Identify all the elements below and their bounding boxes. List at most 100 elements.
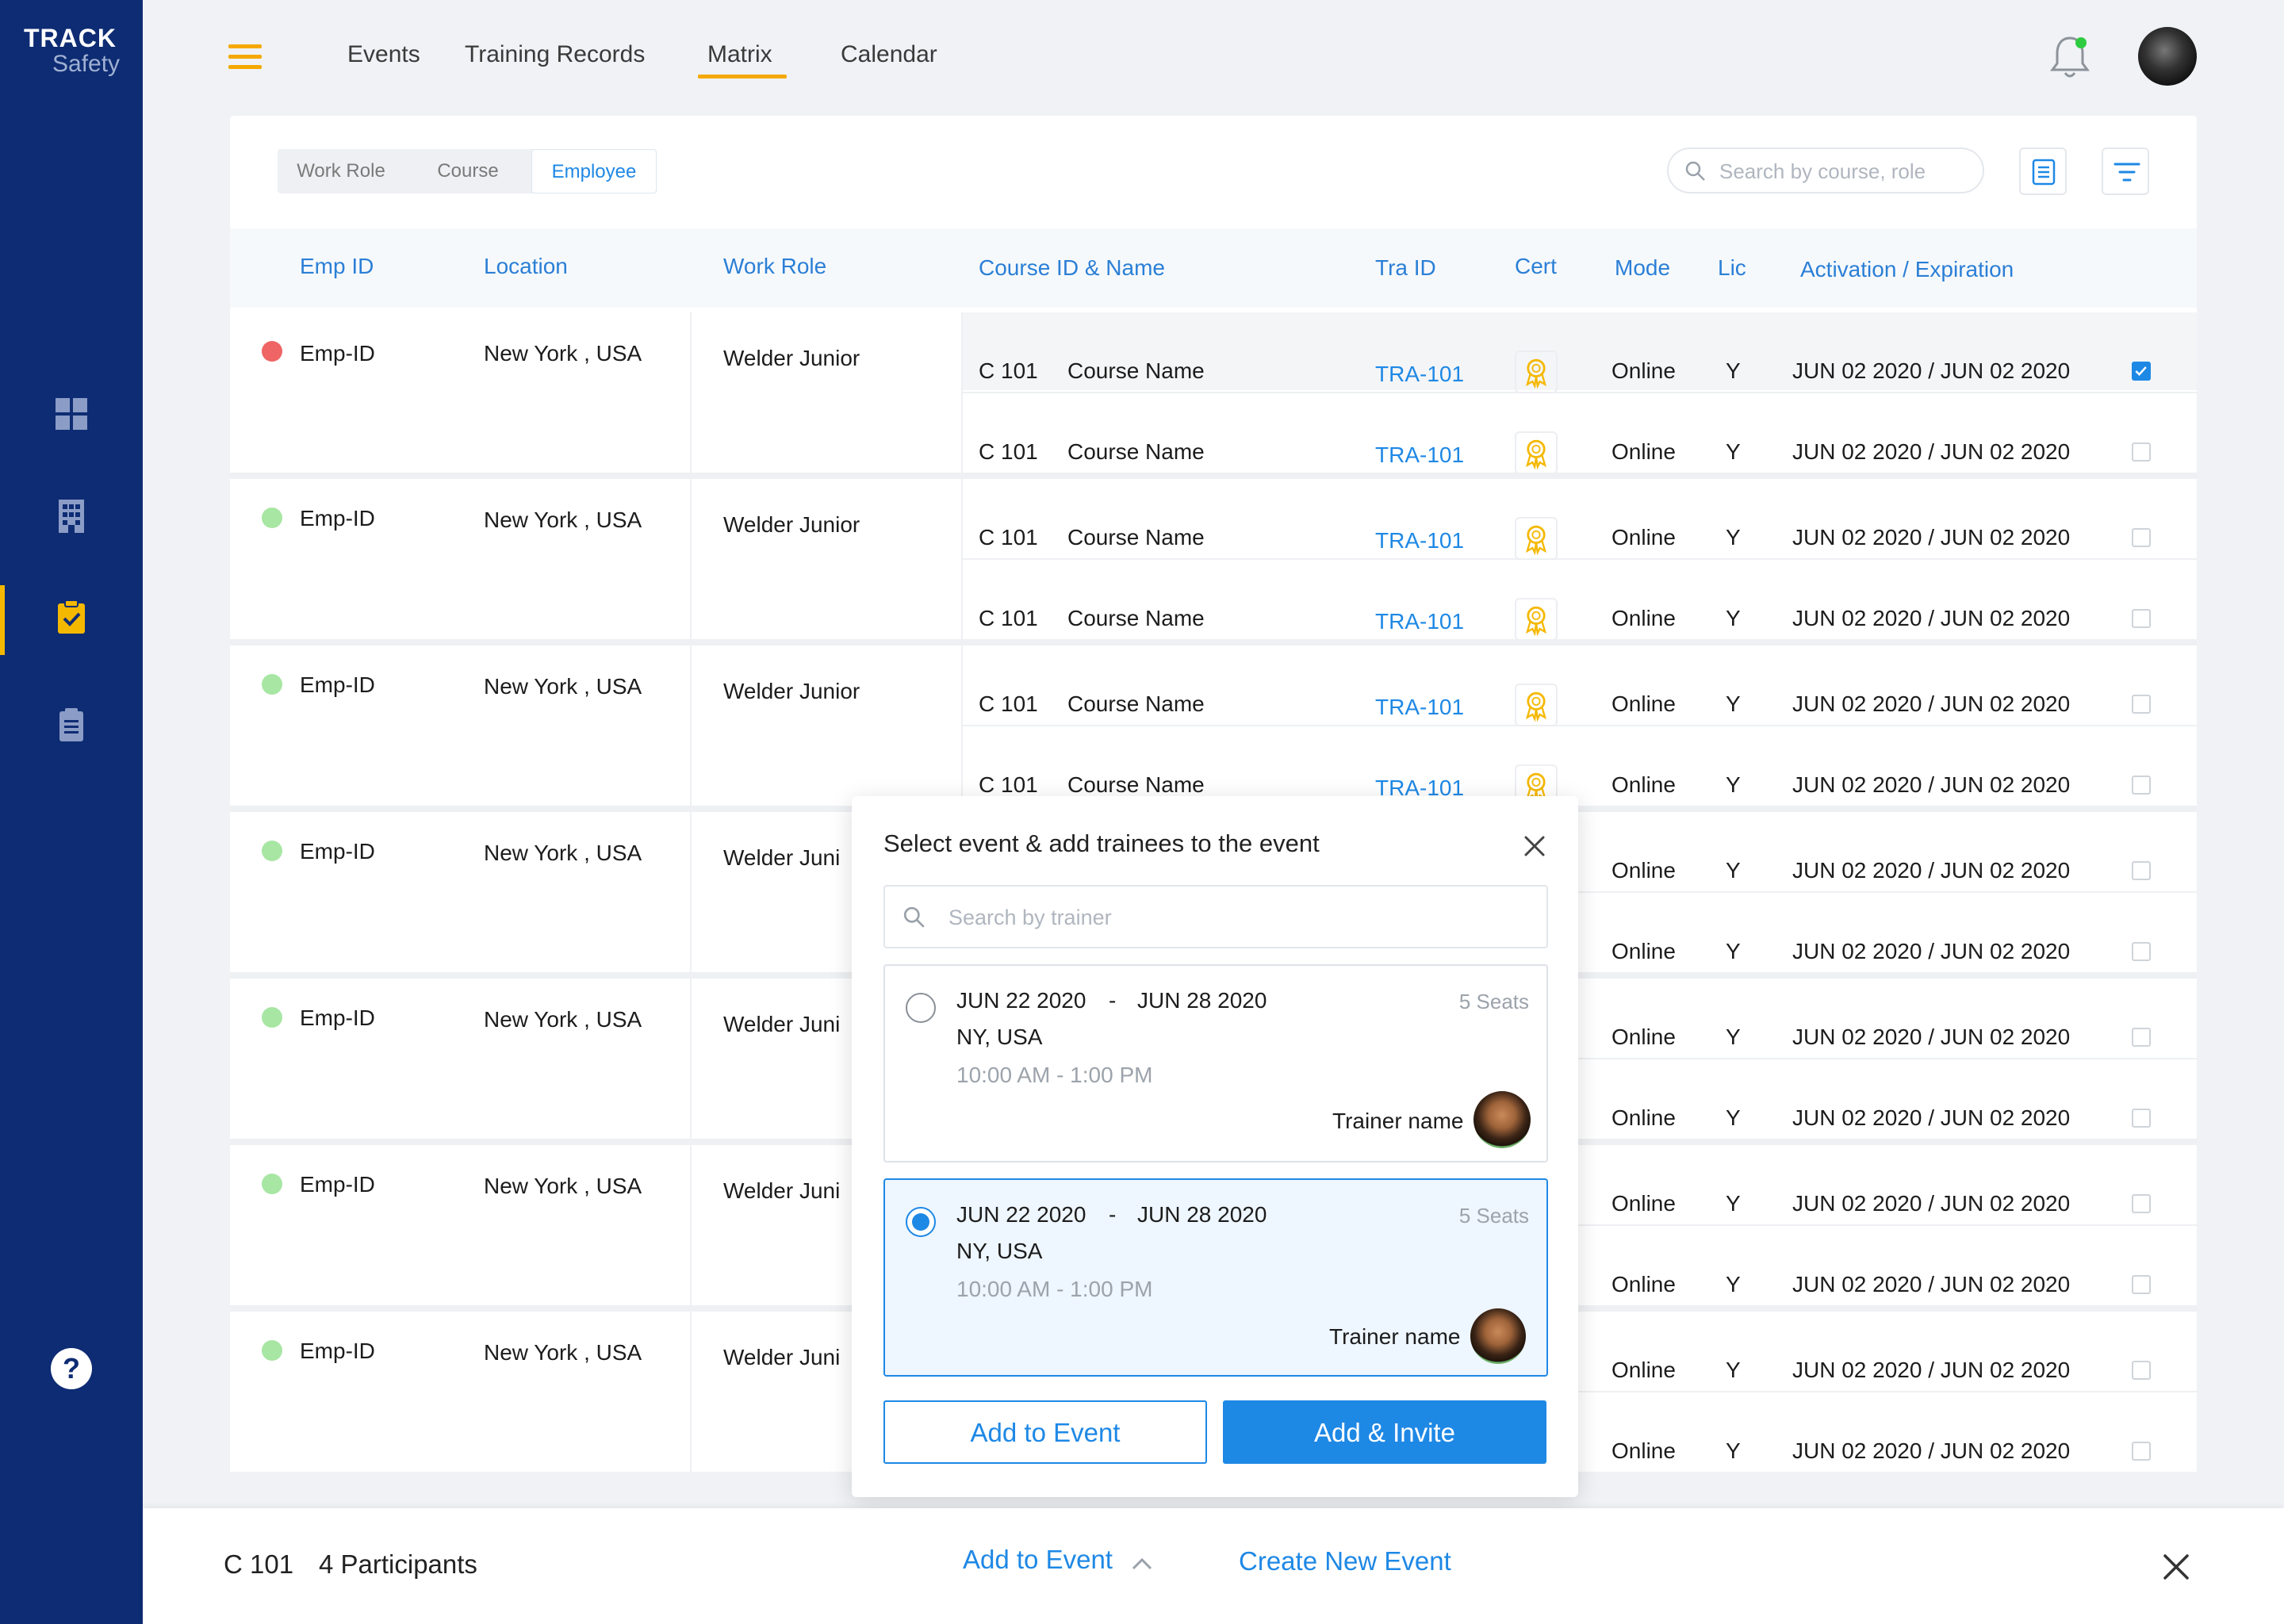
row-checkbox[interactable] bbox=[2132, 1442, 2151, 1461]
nav-active-underline bbox=[698, 75, 787, 79]
row-checkbox[interactable] bbox=[2132, 442, 2151, 462]
row-checkbox[interactable] bbox=[2132, 609, 2151, 628]
course-name-cell[interactable]: Course Name bbox=[1067, 606, 1205, 631]
header-work-role[interactable]: Work Role bbox=[723, 228, 826, 304]
row-checkbox[interactable] bbox=[2132, 528, 2151, 547]
course-id-cell: C 101 bbox=[979, 772, 1038, 797]
add-to-event-button[interactable]: Add to Event bbox=[883, 1400, 1207, 1464]
mode-cell: Online bbox=[1611, 939, 1676, 963]
certificate-badge[interactable] bbox=[1515, 517, 1558, 560]
row-checkbox[interactable] bbox=[2132, 776, 2151, 795]
event-location: NY, USA bbox=[956, 1025, 1043, 1049]
activation-cell: JUN 02 2020 / JUN 02 2020 bbox=[1792, 939, 2071, 963]
nav-matrix[interactable]: Matrix bbox=[707, 41, 772, 68]
row-checkbox[interactable] bbox=[2132, 695, 2151, 714]
event-option[interactable]: JUN 22 2020 - JUN 28 2020 5 Seats NY, US… bbox=[883, 964, 1548, 1162]
row-checkbox[interactable] bbox=[2132, 362, 2151, 381]
tra-id-link[interactable]: TRA-101 bbox=[1375, 528, 1464, 553]
create-new-event-link[interactable]: Create New Event bbox=[1239, 1546, 1451, 1576]
header-course[interactable]: Course ID & Name bbox=[979, 228, 1165, 308]
bell-icon[interactable] bbox=[2048, 32, 2092, 82]
event-date-separator: - bbox=[1109, 1202, 1117, 1227]
event-radio-selected[interactable] bbox=[906, 1207, 936, 1237]
course-name-cell[interactable]: Course Name bbox=[1067, 358, 1205, 384]
row-checkbox[interactable] bbox=[2132, 1109, 2151, 1128]
tra-id-link[interactable]: TRA-101 bbox=[1375, 442, 1464, 468]
mode-cell: Online bbox=[1611, 1191, 1676, 1216]
menu-icon[interactable] bbox=[228, 44, 262, 70]
search-input[interactable] bbox=[1718, 155, 1975, 187]
sidebar: TRACK Safety ? bbox=[0, 0, 143, 1624]
course-name-cell[interactable]: Course Name bbox=[1067, 439, 1205, 465]
avatar[interactable] bbox=[2138, 27, 2197, 86]
event-option-selected[interactable]: JUN 22 2020 - JUN 28 2020 5 Seats NY, US… bbox=[883, 1178, 1548, 1377]
course-id-cell: C 101 bbox=[979, 691, 1038, 716]
building-icon[interactable] bbox=[54, 498, 89, 533]
course-name-cell[interactable]: Course Name bbox=[1067, 525, 1205, 550]
close-icon[interactable] bbox=[1521, 833, 1548, 860]
work-role-cell: Welder Junior bbox=[723, 512, 860, 537]
dashboard-icon[interactable] bbox=[54, 396, 89, 431]
event-end-date: JUN 28 2020 bbox=[1137, 988, 1267, 1013]
trainer-search-input[interactable] bbox=[947, 902, 1505, 933]
tra-id-link[interactable]: TRA-101 bbox=[1375, 362, 1464, 387]
document-icon[interactable] bbox=[54, 707, 89, 742]
filter-button[interactable] bbox=[2102, 147, 2149, 195]
course-name-cell[interactable]: Course Name bbox=[1067, 772, 1205, 798]
course-name-cell[interactable]: Course Name bbox=[1067, 691, 1205, 717]
certificate-badge[interactable] bbox=[1515, 350, 1558, 393]
bottom-add-to-event-link[interactable]: Add to Event bbox=[963, 1545, 1113, 1575]
modal-title: Select event & add trainees to the event bbox=[883, 829, 1320, 857]
row-checkbox[interactable] bbox=[2132, 861, 2151, 880]
row-checkbox[interactable] bbox=[2132, 1361, 2151, 1380]
emp-id-cell[interactable]: Emp-ID bbox=[300, 341, 375, 366]
emp-id-cell[interactable]: Emp-ID bbox=[300, 506, 375, 531]
certificate-badge[interactable] bbox=[1515, 684, 1558, 726]
work-role-cell: Welder Juni bbox=[723, 1345, 841, 1369]
emp-id-cell[interactable]: Emp-ID bbox=[300, 839, 375, 864]
nav-training-records[interactable]: Training Records bbox=[465, 41, 645, 68]
header-mode[interactable]: Mode bbox=[1615, 228, 1670, 308]
emp-id-cell[interactable]: Emp-ID bbox=[300, 1339, 375, 1364]
logo[interactable]: TRACK Safety bbox=[24, 25, 120, 76]
segment-course[interactable]: Course bbox=[404, 149, 531, 193]
list-view-button[interactable] bbox=[2019, 147, 2067, 195]
event-radio[interactable] bbox=[906, 993, 936, 1023]
column-divider bbox=[690, 812, 692, 972]
row-checkbox[interactable] bbox=[2132, 942, 2151, 961]
header-tra-id[interactable]: Tra ID bbox=[1375, 228, 1436, 308]
mode-cell: Online bbox=[1611, 1025, 1676, 1049]
header-lic[interactable]: Lic bbox=[1718, 228, 1746, 308]
tra-id-link[interactable]: TRA-101 bbox=[1375, 695, 1464, 720]
emp-id-cell[interactable]: Emp-ID bbox=[300, 1172, 375, 1197]
header-activation[interactable]: Activation / Expiration bbox=[1800, 228, 2014, 311]
certificate-icon bbox=[1516, 685, 1556, 729]
nav-events[interactable]: Events bbox=[347, 41, 420, 68]
course-id-cell: C 101 bbox=[979, 606, 1038, 630]
row-checkbox[interactable] bbox=[2132, 1194, 2151, 1213]
add-and-invite-button[interactable]: Add & Invite bbox=[1223, 1400, 1546, 1464]
header-cert[interactable]: Cert bbox=[1515, 228, 1557, 304]
nav-calendar[interactable]: Calendar bbox=[841, 41, 937, 68]
segment-employee[interactable]: Employee bbox=[531, 149, 657, 193]
close-icon[interactable] bbox=[2162, 1553, 2190, 1581]
tra-id-link[interactable]: TRA-101 bbox=[1375, 609, 1464, 634]
event-start-date: JUN 22 2020 bbox=[956, 1202, 1086, 1227]
certificate-badge[interactable] bbox=[1515, 431, 1558, 474]
segment-work-role[interactable]: Work Role bbox=[278, 149, 404, 193]
status-dot bbox=[262, 674, 282, 695]
emp-id-cell[interactable]: Emp-ID bbox=[300, 672, 375, 698]
header-location[interactable]: Location bbox=[484, 228, 568, 304]
header-emp-id[interactable]: Emp ID bbox=[300, 228, 374, 304]
row-checkbox[interactable] bbox=[2132, 1028, 2151, 1047]
sub-row-divider bbox=[963, 558, 2197, 560]
certificate-badge[interactable] bbox=[1515, 598, 1558, 641]
clipboard-check-icon[interactable] bbox=[54, 599, 89, 634]
event-location: NY, USA bbox=[956, 1239, 1043, 1263]
status-dot bbox=[262, 1340, 282, 1361]
activation-cell: JUN 02 2020 / JUN 02 2020 bbox=[1792, 691, 2071, 716]
chevron-up-icon[interactable] bbox=[1131, 1556, 1153, 1572]
emp-id-cell[interactable]: Emp-ID bbox=[300, 1005, 375, 1031]
help-icon[interactable]: ? bbox=[51, 1348, 92, 1389]
row-checkbox[interactable] bbox=[2132, 1275, 2151, 1294]
